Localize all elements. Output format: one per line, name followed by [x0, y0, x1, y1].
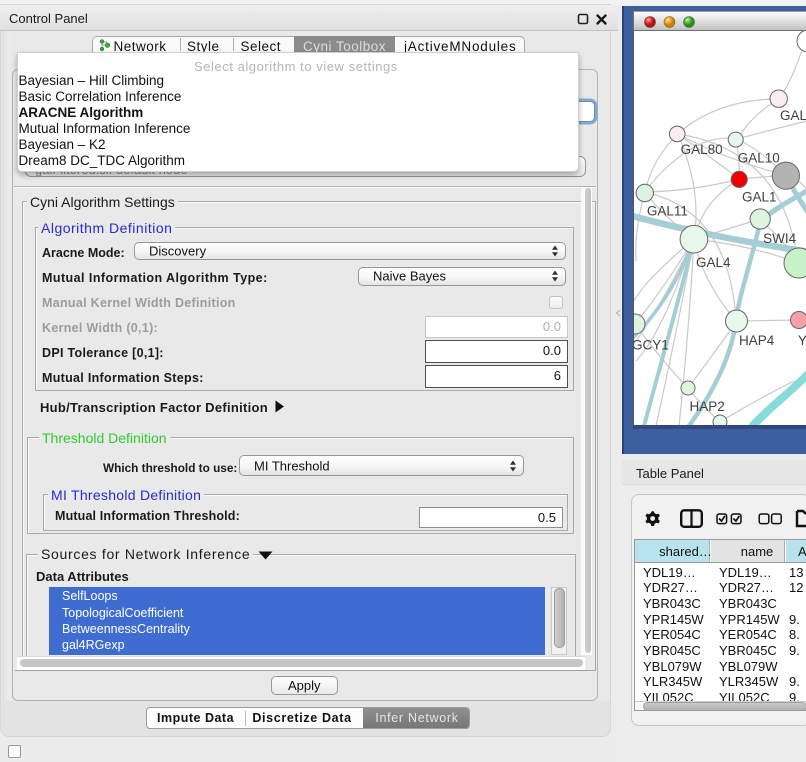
svg-text:Y: Y — [798, 333, 806, 348]
svg-text:GAL1: GAL1 — [742, 189, 777, 204]
svg-text:SWI4: SWI4 — [763, 231, 796, 246]
svg-text:GCY1: GCY1 — [634, 337, 669, 352]
svg-text:GAL80: GAL80 — [681, 142, 723, 157]
svg-text:GAL10: GAL10 — [738, 150, 780, 165]
svg-text:HAP4: HAP4 — [739, 333, 775, 348]
svg-text:GAL11: GAL11 — [647, 203, 688, 218]
svg-text:GAL4: GAL4 — [696, 255, 731, 270]
svg-text:GAL: GAL — [780, 108, 806, 123]
svg-text:HAP2: HAP2 — [690, 399, 725, 414]
